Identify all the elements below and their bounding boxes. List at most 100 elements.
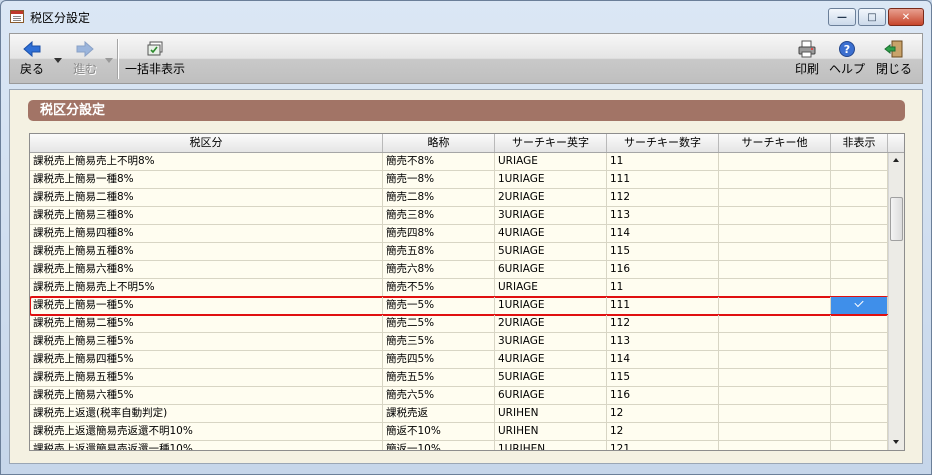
table-row[interactable]: 課税売上簡易六種8% 簡売六8% 6URIAGE 116: [30, 261, 888, 279]
table-row[interactable]: 課税売上簡易二種5% 簡売二5% 2URIAGE 112: [30, 315, 888, 333]
cell-search-other[interactable]: [719, 171, 831, 188]
column-header-hidden[interactable]: 非表示: [831, 134, 888, 152]
cell-tax-category[interactable]: 課税売上簡易二種5%: [30, 315, 383, 332]
cell-search-alpha[interactable]: 6URIAGE: [495, 261, 607, 278]
cell-hidden-checkbox[interactable]: [831, 171, 888, 188]
cell-search-number[interactable]: 114: [607, 351, 719, 368]
table-row[interactable]: 課税売上簡易四種5% 簡売四5% 4URIAGE 114: [30, 351, 888, 369]
cell-hidden-checkbox[interactable]: [831, 261, 888, 278]
cell-search-other[interactable]: [719, 225, 831, 242]
table-row[interactable]: 課税売上簡易五種5% 簡売五5% 5URIAGE 115: [30, 369, 888, 387]
column-header-tax-category[interactable]: 税区分: [30, 134, 383, 152]
cell-search-other[interactable]: [719, 333, 831, 350]
cell-search-number[interactable]: 111: [607, 171, 719, 188]
cell-search-alpha[interactable]: 1URIAGE: [495, 171, 607, 188]
scroll-down-icon[interactable]: [889, 434, 904, 450]
cell-tax-category[interactable]: 課税売上返還簡易売返還一種10%: [30, 441, 383, 450]
cell-search-number[interactable]: 111: [607, 297, 719, 314]
cell-search-other[interactable]: [719, 387, 831, 404]
cell-search-other[interactable]: [719, 279, 831, 296]
column-header-abbreviation[interactable]: 略称: [383, 134, 495, 152]
cell-search-alpha[interactable]: URIHEN: [495, 423, 607, 440]
cell-abbreviation[interactable]: 簡売不5%: [383, 279, 495, 296]
cell-search-number[interactable]: 113: [607, 333, 719, 350]
cell-search-other[interactable]: [719, 297, 831, 314]
table-row[interactable]: 課税売上簡易三種5% 簡売三5% 3URIAGE 113: [30, 333, 888, 351]
column-header-search-number[interactable]: サーチキー数字: [607, 134, 719, 152]
maximize-button[interactable]: □: [858, 8, 886, 26]
cell-search-number[interactable]: 114: [607, 225, 719, 242]
help-button[interactable]: ? ヘルプ: [827, 36, 867, 81]
back-dropdown-icon[interactable]: [54, 58, 62, 63]
cell-abbreviation[interactable]: 簡売一5%: [383, 297, 495, 314]
cell-hidden-checkbox[interactable]: [831, 297, 888, 314]
cell-tax-category[interactable]: 課税売上返還簡易売返還不明10%: [30, 423, 383, 440]
cell-search-alpha[interactable]: 4URIAGE: [495, 225, 607, 242]
cell-abbreviation[interactable]: 簡売三5%: [383, 333, 495, 350]
cell-abbreviation[interactable]: 簡売不8%: [383, 153, 495, 170]
table-row[interactable]: 課税売上返還簡易売返還不明10% 簡返不10% URIHEN 12: [30, 423, 888, 441]
cell-tax-category[interactable]: 課税売上簡易売上不明8%: [30, 153, 383, 170]
cell-search-other[interactable]: [719, 315, 831, 332]
cell-search-number[interactable]: 121: [607, 441, 719, 450]
cell-hidden-checkbox[interactable]: [831, 279, 888, 296]
cell-tax-category[interactable]: 課税売上簡易三種8%: [30, 207, 383, 224]
cell-search-number[interactable]: 11: [607, 153, 719, 170]
cell-abbreviation[interactable]: 簡売六5%: [383, 387, 495, 404]
hide-all-button[interactable]: 一括非表示: [123, 36, 187, 81]
cell-search-alpha[interactable]: 4URIAGE: [495, 351, 607, 368]
cell-search-alpha[interactable]: 2URIAGE: [495, 315, 607, 332]
cell-abbreviation[interactable]: 簡売二5%: [383, 315, 495, 332]
cell-hidden-checkbox[interactable]: [831, 153, 888, 170]
cell-search-other[interactable]: [719, 441, 831, 450]
cell-hidden-checkbox[interactable]: [831, 387, 888, 404]
close-window-button[interactable]: ✕: [888, 8, 924, 26]
cell-hidden-checkbox[interactable]: [831, 225, 888, 242]
cell-search-number[interactable]: 12: [607, 423, 719, 440]
minimize-button[interactable]: —: [828, 8, 856, 26]
column-header-search-alpha[interactable]: サーチキー英字: [495, 134, 607, 152]
cell-search-number[interactable]: 112: [607, 315, 719, 332]
scroll-up-icon[interactable]: [889, 153, 904, 169]
cell-search-alpha[interactable]: 5URIAGE: [495, 369, 607, 386]
table-row[interactable]: 課税売上簡易六種5% 簡売六5% 6URIAGE 116: [30, 387, 888, 405]
cell-tax-category[interactable]: 課税売上簡易六種8%: [30, 261, 383, 278]
cell-search-number[interactable]: 116: [607, 261, 719, 278]
cell-abbreviation[interactable]: 簡売四8%: [383, 225, 495, 242]
vertical-scrollbar[interactable]: [888, 153, 904, 450]
cell-search-other[interactable]: [719, 207, 831, 224]
cell-search-other[interactable]: [719, 261, 831, 278]
cell-search-other[interactable]: [719, 369, 831, 386]
cell-search-alpha[interactable]: 5URIAGE: [495, 243, 607, 260]
cell-tax-category[interactable]: 課税売上簡易四種8%: [30, 225, 383, 242]
cell-hidden-checkbox[interactable]: [831, 189, 888, 206]
cell-hidden-checkbox[interactable]: [831, 333, 888, 350]
forward-dropdown-icon[interactable]: [105, 58, 113, 63]
column-header-search-other[interactable]: サーチキー他: [719, 134, 831, 152]
print-button[interactable]: 印刷: [792, 36, 822, 81]
cell-search-other[interactable]: [719, 243, 831, 260]
cell-search-alpha[interactable]: URIAGE: [495, 153, 607, 170]
table-row[interactable]: 課税売上簡易一種8% 簡売一8% 1URIAGE 111: [30, 171, 888, 189]
cell-search-alpha[interactable]: 3URIAGE: [495, 333, 607, 350]
cell-search-alpha[interactable]: 3URIAGE: [495, 207, 607, 224]
cell-tax-category[interactable]: 課税売上簡易売上不明5%: [30, 279, 383, 296]
cell-search-number[interactable]: 116: [607, 387, 719, 404]
cell-search-number[interactable]: 113: [607, 207, 719, 224]
cell-search-alpha[interactable]: 2URIAGE: [495, 189, 607, 206]
cell-hidden-checkbox[interactable]: [831, 243, 888, 260]
cell-search-alpha[interactable]: 1URIHEN: [495, 441, 607, 450]
cell-tax-category[interactable]: 課税売上返還(税率自動判定): [30, 405, 383, 422]
cell-tax-category[interactable]: 課税売上簡易五種5%: [30, 369, 383, 386]
cell-hidden-checkbox[interactable]: [831, 351, 888, 368]
cell-tax-category[interactable]: 課税売上簡易四種5%: [30, 351, 383, 368]
cell-tax-category[interactable]: 課税売上簡易五種8%: [30, 243, 383, 260]
cell-tax-category[interactable]: 課税売上簡易一種8%: [30, 171, 383, 188]
cell-tax-category[interactable]: 課税売上簡易二種8%: [30, 189, 383, 206]
cell-search-number[interactable]: 11: [607, 279, 719, 296]
table-row[interactable]: 課税売上返還(税率自動判定) 課税売返 URIHEN 12: [30, 405, 888, 423]
cell-search-alpha[interactable]: URIHEN: [495, 405, 607, 422]
cell-search-other[interactable]: [719, 405, 831, 422]
forward-button[interactable]: 進む: [67, 36, 103, 81]
cell-search-other[interactable]: [719, 153, 831, 170]
